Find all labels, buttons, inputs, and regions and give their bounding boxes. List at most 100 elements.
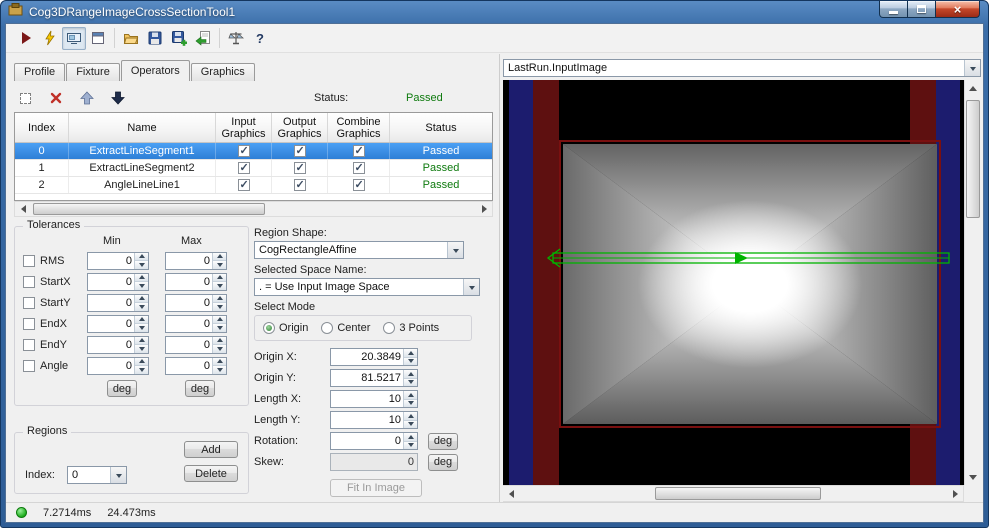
range-image-viewport[interactable] <box>503 80 964 485</box>
spin-down-icon[interactable] <box>213 345 226 353</box>
radio-origin[interactable]: Origin <box>263 322 308 334</box>
rotation-deg-button[interactable]: deg <box>428 432 458 450</box>
spin-down-icon[interactable] <box>404 378 417 386</box>
spin-up-icon[interactable] <box>213 294 226 303</box>
rms-checkbox[interactable] <box>23 254 35 267</box>
angle-max-spinner[interactable]: 0 <box>165 356 227 375</box>
float-window-button[interactable] <box>86 27 110 50</box>
input-graphics-checkbox[interactable] <box>237 178 250 191</box>
angle-checkbox[interactable] <box>23 359 35 372</box>
origin-x-spinner[interactable]: 20.3849 <box>330 348 418 366</box>
import-results-button[interactable] <box>191 27 215 50</box>
tab-graphics[interactable]: Graphics <box>190 63 255 81</box>
result-display-toggle[interactable] <box>62 26 86 50</box>
spin-down-icon[interactable] <box>404 357 417 365</box>
col-name[interactable]: Name <box>69 113 216 142</box>
spin-down-icon[interactable] <box>213 282 226 290</box>
output-graphics-checkbox[interactable] <box>293 161 306 174</box>
spin-down-icon[interactable] <box>213 366 226 374</box>
spin-down-icon[interactable] <box>404 420 417 428</box>
radio-3points[interactable]: 3 Points <box>383 322 439 334</box>
scroll-down-icon[interactable] <box>965 469 981 485</box>
endy-min-spinner[interactable]: 0 <box>87 335 149 354</box>
spin-up-icon[interactable] <box>404 391 417 400</box>
spin-up-icon[interactable] <box>404 412 417 421</box>
length-x-spinner[interactable]: 10 <box>330 390 418 408</box>
spin-up-icon[interactable] <box>213 252 226 261</box>
endy-checkbox[interactable] <box>23 338 35 351</box>
radio-center[interactable]: Center <box>321 322 370 334</box>
fit-in-image-button[interactable]: Fit In Image <box>330 479 422 497</box>
endx-max-spinner[interactable]: 0 <box>165 314 227 333</box>
starty-max-spinner[interactable]: 0 <box>165 293 227 312</box>
length-y-spinner[interactable]: 10 <box>330 411 418 429</box>
skew-deg-button[interactable]: deg <box>428 453 458 471</box>
tab-profile[interactable]: Profile <box>14 63 66 81</box>
col-input-graphics[interactable]: Input Graphics <box>216 113 272 142</box>
calibration-button[interactable] <box>224 27 248 50</box>
move-down-button[interactable] <box>107 88 129 108</box>
rms-max-spinner[interactable]: 0 <box>165 251 227 270</box>
combine-graphics-checkbox[interactable] <box>352 161 365 174</box>
spin-down-icon[interactable] <box>135 345 148 353</box>
scroll-left-icon[interactable] <box>503 486 519 501</box>
max-deg-button[interactable]: deg <box>185 380 215 397</box>
image-horizontal-scrollbar[interactable] <box>503 485 964 502</box>
startx-max-spinner[interactable]: 0 <box>165 272 227 291</box>
spin-up-icon[interactable] <box>135 252 148 261</box>
spin-down-icon[interactable] <box>213 324 226 332</box>
region-index-select[interactable]: 0 <box>67 466 127 484</box>
scrollbar-thumb[interactable] <box>966 100 980 218</box>
col-index[interactable]: Index <box>15 113 69 142</box>
table-row[interactable]: 0 ExtractLineSegment1 Passed <box>15 143 492 160</box>
scrollbar-thumb[interactable] <box>33 203 265 215</box>
startx-min-spinner[interactable]: 0 <box>87 272 149 291</box>
display-source-select[interactable]: LastRun.InputImage <box>503 59 981 77</box>
scroll-left-icon[interactable] <box>15 202 31 216</box>
output-graphics-checkbox[interactable] <box>293 178 306 191</box>
input-graphics-checkbox[interactable] <box>237 161 250 174</box>
spin-down-icon[interactable] <box>135 261 148 269</box>
scroll-up-icon[interactable] <box>965 80 981 96</box>
tab-operators[interactable]: Operators <box>120 60 190 81</box>
tab-fixture[interactable]: Fixture <box>66 63 120 81</box>
add-region-button[interactable]: Add <box>184 441 238 458</box>
maximize-button[interactable] <box>908 1 935 18</box>
spin-up-icon[interactable] <box>135 357 148 366</box>
endx-min-spinner[interactable]: 0 <box>87 314 149 333</box>
close-button[interactable]: × <box>935 1 980 18</box>
spin-up-icon[interactable] <box>404 433 417 442</box>
spin-up-icon[interactable] <box>135 294 148 303</box>
image-vertical-scrollbar[interactable] <box>964 80 981 485</box>
min-deg-button[interactable]: deg <box>107 380 137 397</box>
col-output-graphics[interactable]: Output Graphics <box>272 113 328 142</box>
spin-up-icon[interactable] <box>135 315 148 324</box>
spin-down-icon[interactable] <box>404 441 417 449</box>
spin-up-icon[interactable] <box>213 336 226 345</box>
starty-min-spinner[interactable]: 0 <box>87 293 149 312</box>
col-status[interactable]: Status <box>390 113 492 142</box>
table-row[interactable]: 2 AngleLineLine1 Passed <box>15 177 492 194</box>
angle-min-spinner[interactable]: 0 <box>87 356 149 375</box>
spin-down-icon[interactable] <box>404 399 417 407</box>
spin-down-icon[interactable] <box>213 261 226 269</box>
origin-y-spinner[interactable]: 81.5217 <box>330 369 418 387</box>
spin-down-icon[interactable] <box>135 366 148 374</box>
scroll-right-icon[interactable] <box>947 486 963 501</box>
spin-up-icon[interactable] <box>213 315 226 324</box>
starty-checkbox[interactable] <box>23 296 35 309</box>
minimize-button[interactable] <box>879 1 908 18</box>
region-shape-select[interactable]: CogRectangleAffine <box>254 241 464 259</box>
table-horizontal-scrollbar[interactable] <box>14 201 493 217</box>
scrollbar-thumb[interactable] <box>655 487 821 500</box>
table-row[interactable]: 1 ExtractLineSegment2 Passed <box>15 160 492 177</box>
move-up-button[interactable] <box>76 88 98 108</box>
spin-up-icon[interactable] <box>213 357 226 366</box>
run-button[interactable] <box>14 27 38 50</box>
spin-up-icon[interactable] <box>404 349 417 358</box>
electric-run-button[interactable] <box>38 27 62 50</box>
output-graphics-checkbox[interactable] <box>293 144 306 157</box>
endy-max-spinner[interactable]: 0 <box>165 335 227 354</box>
combine-graphics-checkbox[interactable] <box>352 144 365 157</box>
spin-up-icon[interactable] <box>404 370 417 379</box>
